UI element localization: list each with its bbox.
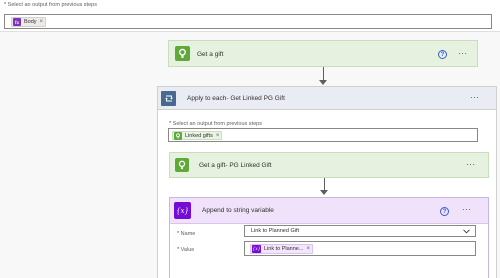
- value-label: * Value: [177, 247, 195, 253]
- name-select-value: Link to Planned Gift: [251, 228, 300, 234]
- gift-connector-icon: [175, 46, 190, 61]
- more-options-icon[interactable]: ···: [462, 206, 472, 214]
- link-to-planned-token[interactable]: {x} Link to Planne... ×: [250, 244, 313, 254]
- apply-each-output-input[interactable]: Linked gifts ×: [168, 128, 478, 142]
- remove-token-icon[interactable]: ×: [306, 246, 310, 252]
- loop-icon: [161, 91, 176, 106]
- body-token[interactable]: fx Body ×: [11, 17, 47, 27]
- help-icon[interactable]: ?: [438, 50, 447, 59]
- chevron-down-icon: [463, 229, 470, 234]
- variable-icon: {x}: [174, 202, 191, 219]
- apply-to-each-header[interactable]: Apply to each- Get Linked PG Gift ···: [158, 87, 496, 110]
- value-input[interactable]: {x} Link to Planne... ×: [244, 241, 476, 256]
- more-options-icon[interactable]: ···: [470, 94, 480, 102]
- gift-connector-icon: [175, 158, 189, 172]
- apply-to-each-title: Apply to each- Get Linked PG Gift: [187, 95, 285, 102]
- apply-to-each-card: Apply to each- Get Linked PG Gift ··· * …: [157, 86, 497, 278]
- top-output-label: * Select an output from previous steps: [4, 2, 97, 8]
- connector-arrow-line: [323, 67, 324, 81]
- connector-arrowhead-icon: [320, 190, 328, 195]
- remove-token-icon[interactable]: ×: [40, 19, 44, 25]
- append-string-header[interactable]: {x} Append to string variable ? ···: [170, 198, 488, 224]
- get-a-gift-pg-title: Get a gift- PG Linked Gift: [199, 162, 272, 169]
- apply-each-output-label: * Select an output from previous steps: [169, 121, 262, 127]
- remove-token-icon[interactable]: ×: [216, 133, 220, 139]
- expression-icon: fx: [13, 18, 21, 26]
- get-a-gift-pg-card[interactable]: Get a gift- PG Linked Gift ···: [169, 152, 489, 178]
- top-output-input[interactable]: fx Body ×: [4, 14, 492, 29]
- variable-icon: {x}: [252, 245, 261, 253]
- connector-arrowhead-icon: [319, 80, 327, 85]
- append-string-title: Append to string variable: [202, 207, 274, 214]
- top-output-panel: * Select an output from previous steps f…: [0, 0, 500, 32]
- more-options-icon[interactable]: ···: [458, 50, 468, 58]
- gift-connector-icon: [174, 131, 182, 140]
- more-options-icon[interactable]: ···: [466, 161, 476, 169]
- name-label: * Name: [177, 231, 196, 237]
- append-string-card: {x} Append to string variable ? ··· * Na…: [169, 197, 489, 278]
- name-select[interactable]: Link to Planned Gift: [244, 225, 476, 237]
- linked-gifts-token[interactable]: Linked gifts ×: [172, 131, 223, 140]
- get-a-gift-title: Get a gift: [197, 51, 224, 58]
- get-a-gift-card[interactable]: Get a gift ? ···: [168, 40, 478, 67]
- help-icon[interactable]: ?: [440, 207, 449, 216]
